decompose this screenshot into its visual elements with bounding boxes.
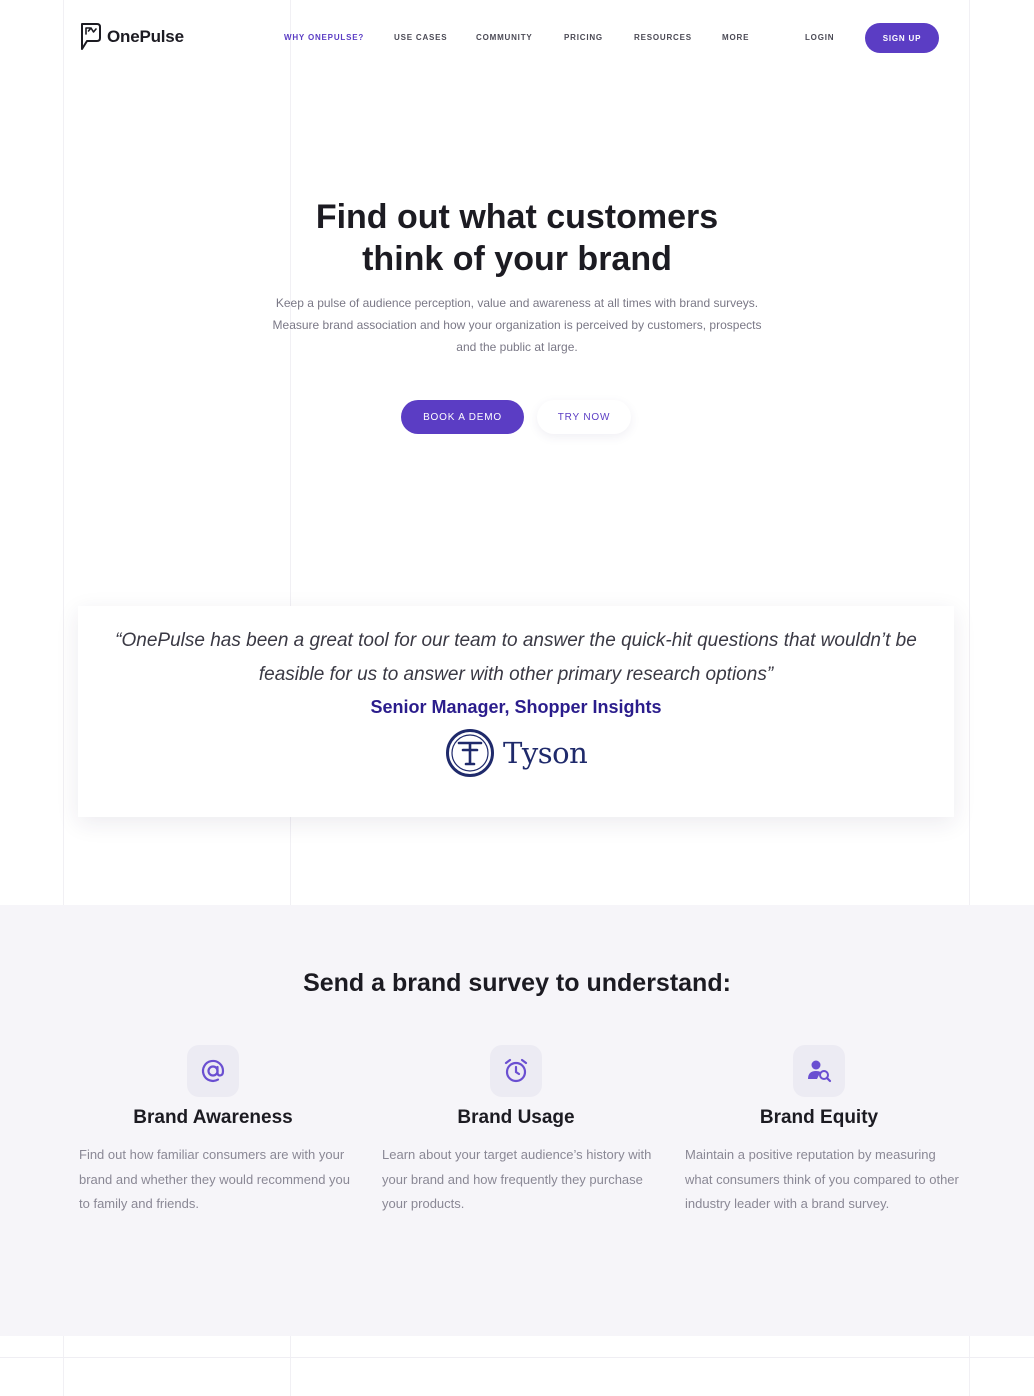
features-section: Send a brand survey to understand: Brand… bbox=[0, 905, 1034, 1336]
sign-up-button[interactable]: SIGN UP bbox=[865, 23, 939, 53]
at-sign-icon bbox=[187, 1045, 239, 1097]
testimonial-card: “OnePulse has been a great tool for our … bbox=[78, 606, 954, 817]
layout-guide bbox=[290, 1336, 291, 1396]
testimonial-quote: “OnePulse has been a great tool for our … bbox=[115, 630, 917, 685]
home-logo-link[interactable]: OnePulse bbox=[78, 22, 184, 52]
nav-item-community[interactable]: COMMUNITY bbox=[476, 33, 533, 42]
feature-description: Maintain a positive reputation by measur… bbox=[685, 1147, 959, 1211]
layout-guide bbox=[63, 1336, 64, 1396]
divider bbox=[0, 1357, 1034, 1358]
nav-item-more[interactable]: MORE bbox=[722, 33, 749, 42]
hero-title-line-1: Find out what customers bbox=[315, 198, 719, 236]
tyson-logo-icon bbox=[446, 729, 494, 777]
nav-item-why-onepulse[interactable]: WHY ONEPULSE? bbox=[284, 33, 364, 42]
layout-guide bbox=[969, 0, 970, 905]
nav-item-resources[interactable]: RESOURCES bbox=[634, 33, 692, 42]
layout-guide bbox=[63, 0, 64, 905]
onepulse-logo-icon bbox=[81, 23, 101, 50]
layout-guide bbox=[969, 1336, 970, 1396]
hero-title-line-2: think of your brand bbox=[362, 240, 672, 278]
hero-title: Find out what customers think of your br… bbox=[230, 196, 804, 280]
brand-name: OnePulse bbox=[107, 27, 184, 46]
feature-title: Brand Usage bbox=[457, 1107, 575, 1128]
nav-item-pricing[interactable]: PRICING bbox=[564, 33, 603, 42]
feature-title: Brand Awareness bbox=[133, 1107, 293, 1128]
hero-subtitle: Keep a pulse of audience perception, val… bbox=[272, 296, 762, 354]
feature-description: Learn about your target audience’s histo… bbox=[382, 1147, 652, 1211]
company-name: Tyson bbox=[503, 736, 588, 770]
feature-description: Find out how familiar consumers are with… bbox=[79, 1147, 350, 1211]
nav-item-use-cases[interactable]: USE CASES bbox=[394, 33, 447, 42]
login-link[interactable]: LOGIN bbox=[805, 33, 834, 42]
book-demo-button[interactable]: BOOK A DEMO bbox=[401, 400, 524, 434]
testimonial-author: Senior Manager, Shopper Insights bbox=[370, 697, 662, 717]
features-title: Send a brand survey to understand: bbox=[303, 969, 731, 997]
user-search-icon bbox=[793, 1045, 845, 1097]
try-now-button[interactable]: TRY NOW bbox=[537, 400, 631, 434]
alarm-clock-icon bbox=[490, 1045, 542, 1097]
feature-title: Brand Equity bbox=[759, 1107, 879, 1128]
company-logo: Tyson bbox=[445, 728, 588, 778]
